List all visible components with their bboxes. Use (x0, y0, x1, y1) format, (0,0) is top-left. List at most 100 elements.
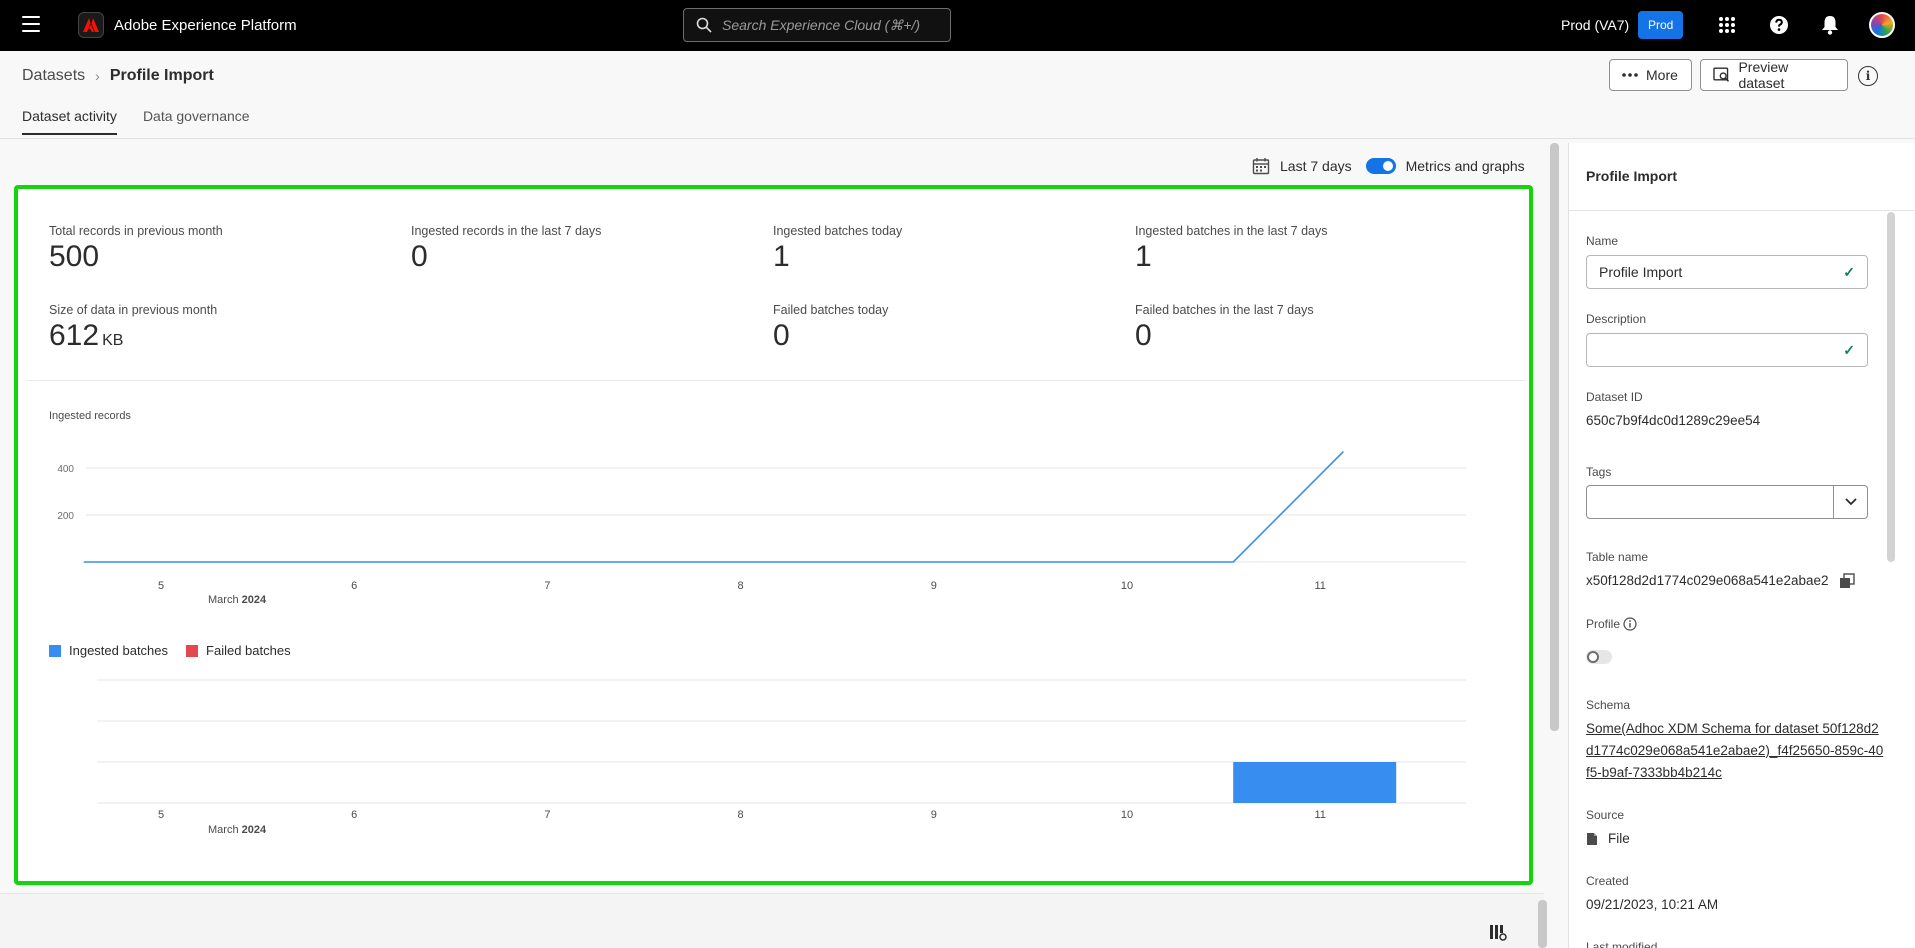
x-axis-caption: March 2024 (208, 824, 267, 836)
tab-bar: Dataset activity Data governance (22, 108, 250, 135)
x-tick-label: 8 (738, 809, 744, 821)
notifications-bell-icon[interactable] (1819, 14, 1841, 36)
legend-swatch-ingested (49, 644, 61, 657)
tags-label: Tags (1586, 465, 1612, 479)
source-label: Source (1586, 808, 1625, 822)
stat-label: Ingested batches today (773, 224, 903, 238)
tab-data-governance[interactable]: Data governance (143, 108, 250, 135)
x-tick-label: 5 (158, 580, 164, 592)
brand[interactable]: Adobe Experience Platform (78, 12, 297, 38)
more-button-label: More (1646, 67, 1678, 83)
x-tick-label: 8 (738, 580, 744, 592)
metrics-card: Total records in previous month 500 Inge… (14, 185, 1533, 885)
profile-label: Profile (1586, 617, 1621, 631)
panel-title: Profile Import (1586, 168, 1678, 184)
tabs-divider (0, 138, 1915, 139)
stat-value: 0 (773, 319, 790, 352)
activity-controls: Last 7 days Metrics and graphs (1252, 157, 1525, 175)
dataset-details-panel: Profile Import Name Profile Import ✓ Des… (1568, 143, 1915, 948)
schema-link[interactable]: Some(Adhoc XDM Schema for dataset 50f128… (1586, 718, 1886, 784)
legend-item-ingested[interactable]: Ingested batches (49, 643, 168, 658)
created-label: Created (1586, 874, 1629, 888)
tags-input[interactable] (1587, 486, 1833, 518)
stat-ingested-records-7d: Ingested records in the last 7 days 0 (411, 224, 601, 274)
global-search[interactable] (683, 8, 951, 42)
x-tick-label: 10 (1121, 580, 1133, 592)
y-tick-label: 200 (57, 511, 74, 522)
x-tick-label: 9 (931, 580, 937, 592)
adobe-logo-icon (78, 12, 104, 38)
org-switcher[interactable]: Prod (VA7) (1561, 17, 1629, 33)
info-icon[interactable] (1623, 617, 1637, 631)
breadcrumb-datasets-link[interactable]: Datasets (22, 67, 85, 85)
stat-ingested-batches-today: Ingested batches today 1 (773, 224, 902, 274)
panel-scrollbar[interactable] (1887, 212, 1895, 562)
lower-scrollbar[interactable] (1538, 900, 1547, 948)
x-tick-label: 11 (1314, 580, 1325, 592)
checkmark-icon: ✓ (1843, 263, 1855, 280)
stat-failed-7d: Failed batches in the last 7 days 0 (1135, 303, 1314, 353)
x-tick-label: 7 (544, 809, 550, 821)
panel-divider (1569, 210, 1915, 211)
source-row: File (1586, 831, 1630, 846)
preview-icon (1713, 67, 1730, 82)
source-value: File (1608, 831, 1630, 846)
copy-icon[interactable] (1839, 573, 1855, 589)
help-icon[interactable] (1768, 14, 1790, 36)
chevron-right-icon: › (95, 68, 100, 84)
user-avatar[interactable] (1869, 12, 1895, 38)
profile-label-row: Profile (1586, 617, 1637, 631)
profile-toggle[interactable] (1586, 650, 1612, 664)
menu-icon[interactable] (22, 16, 40, 32)
x-tick-label: 11 (1314, 809, 1325, 821)
stat-ingested-batches-7d: Ingested batches in the last 7 days 1 (1135, 224, 1328, 274)
stat-label: Ingested records in the last 7 days (411, 224, 602, 238)
more-button[interactable]: More (1609, 59, 1692, 91)
x-tick-label: 6 (351, 580, 357, 592)
legend-label-ingested: Ingested batches (69, 643, 169, 658)
info-icon[interactable]: i (1858, 66, 1878, 86)
batches-bar-chart: 5 6 7 8 9 10 11 March 2024 (97, 679, 1466, 836)
preview-dataset-button[interactable]: Preview dataset (1700, 59, 1848, 91)
x-tick-label: 10 (1121, 809, 1133, 821)
stat-label: Size of data in previous month (49, 303, 218, 317)
metrics-graphs-toggle[interactable] (1365, 158, 1396, 174)
created-value: 09/21/2023, 10:21 AM (1586, 897, 1719, 912)
x-tick-label: 6 (351, 809, 357, 821)
name-label: Name (1586, 234, 1619, 248)
name-field-value: Profile Import (1599, 264, 1683, 280)
x-axis-caption: March 2024 (208, 594, 267, 606)
stat-value: 0 (1135, 319, 1152, 352)
checkmark-icon: ✓ (1843, 341, 1855, 358)
sandbox-badge[interactable]: Prod (1638, 11, 1684, 39)
description-field[interactable]: ✓ (1586, 333, 1868, 367)
x-tick-label: 9 (931, 809, 937, 821)
calendar-icon[interactable] (1252, 157, 1270, 175)
y-tick-label: 400 (57, 464, 74, 475)
stat-value: 500 (49, 240, 100, 273)
stat-label: Ingested batches in the last 7 days (1135, 224, 1328, 238)
search-input[interactable] (722, 17, 922, 33)
search-icon (696, 17, 712, 33)
batches-legend: Ingested batches Failed batches (49, 643, 291, 658)
page-title: Profile Import (109, 67, 214, 84)
date-range-label[interactable]: Last 7 days (1280, 158, 1352, 174)
tab-dataset-activity[interactable]: Dataset activity (22, 108, 117, 135)
tags-combobox[interactable] (1586, 485, 1868, 519)
app-name: Adobe Experience Platform (114, 16, 297, 34)
stat-number: 612 (49, 319, 100, 352)
x-caption-year: 2024 (242, 594, 267, 606)
x-caption-month: March (208, 594, 242, 606)
more-dots-icon (1622, 73, 1638, 77)
top-navigation-bar: Adobe Experience Platform Prod (VA7) Pro… (0, 0, 1915, 51)
breadcrumb: Datasets › Profile Import (22, 67, 214, 85)
main-scrollbar[interactable] (1550, 143, 1559, 731)
stat-unit: KB (102, 332, 124, 349)
legend-item-failed[interactable]: Failed batches (186, 643, 291, 658)
chevron-down-icon[interactable] (1833, 486, 1867, 518)
stat-data-size: Size of data in previous month 612 KB (49, 303, 217, 353)
stat-value: 1 (1135, 240, 1152, 273)
apps-grid-icon[interactable] (1716, 14, 1738, 36)
name-field[interactable]: Profile Import ✓ (1586, 255, 1868, 289)
column-settings-icon[interactable] (1489, 923, 1507, 941)
